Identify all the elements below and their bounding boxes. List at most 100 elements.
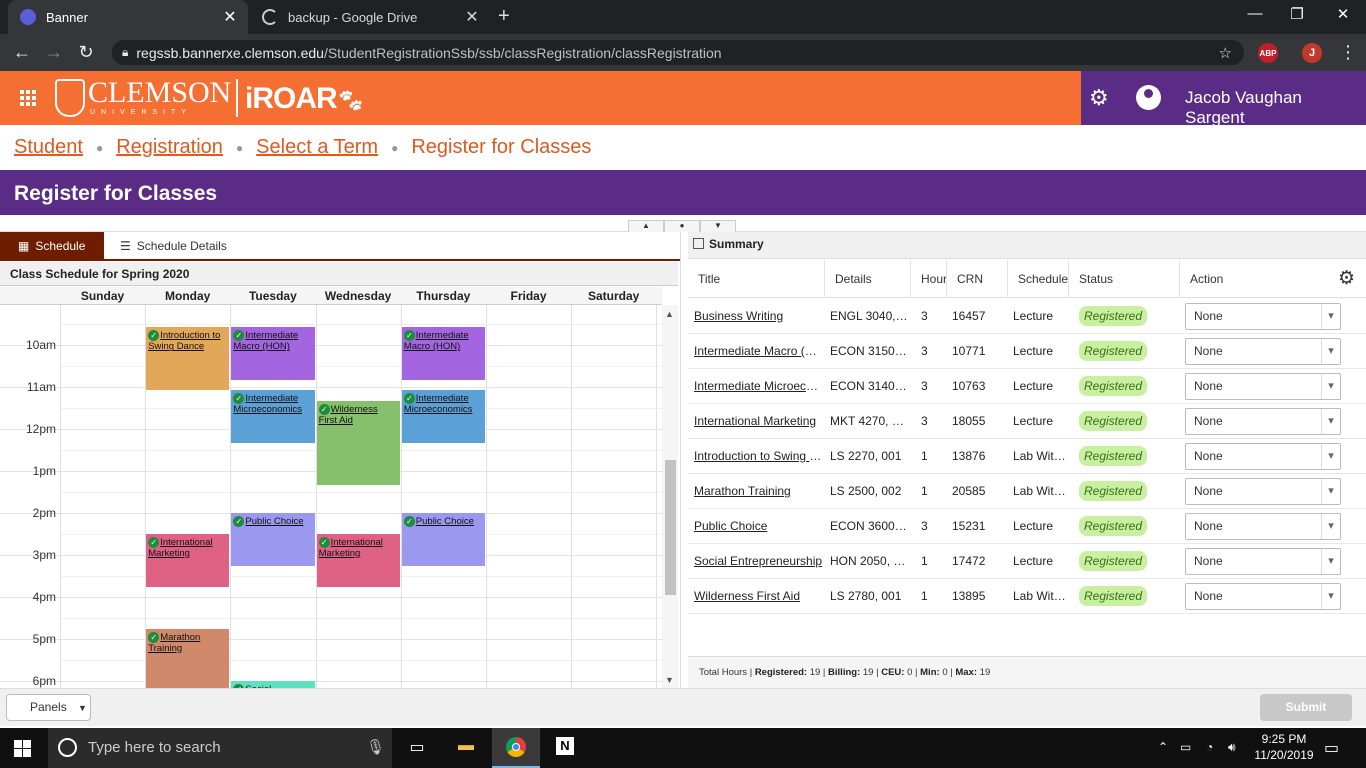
close-window-button[interactable]: ✕: [1320, 5, 1366, 23]
class-event[interactable]: ✓ Wilderness First Aid: [316, 400, 400, 485]
maximize-button[interactable]: ❐: [1274, 5, 1320, 23]
clemson-logo-subtext: UNIVERSITY: [90, 109, 193, 116]
cell-title: Public Choice: [688, 509, 824, 544]
user-name[interactable]: Jacob Vaughan Sargent: [1185, 88, 1366, 128]
course-title-link[interactable]: Marathon Training: [694, 484, 791, 498]
class-event[interactable]: ✓ Public Choice: [231, 513, 315, 566]
close-tab-icon[interactable]: ✕: [222, 7, 238, 27]
col-hours[interactable]: Hours: [911, 260, 947, 298]
class-event[interactable]: ✓Social Entrepreneurship: [231, 681, 315, 688]
notion-icon[interactable]: N: [553, 737, 577, 759]
url-field[interactable]: 🔒︎ regssb.bannerxe.clemson.edu /StudentR…: [112, 40, 1244, 65]
restore-panels-icon[interactable]: ●: [664, 220, 700, 232]
banner-favicon-icon: [20, 9, 36, 25]
course-title-link[interactable]: International Marketing: [694, 414, 816, 428]
chrome-icon[interactable]: [504, 737, 528, 759]
tab-schedule[interactable]: ▦ Schedule: [0, 232, 104, 260]
grid-line: [0, 513, 662, 514]
scrollbar-thumb[interactable]: [665, 460, 676, 595]
back-arrow-icon[interactable]: ←: [10, 42, 34, 63]
course-title-link[interactable]: Public Choice: [694, 519, 767, 533]
col-action[interactable]: Action: [1180, 260, 1330, 298]
class-event[interactable]: ✓ International Marketing: [316, 534, 400, 587]
user-avatar-icon[interactable]: [1136, 85, 1161, 110]
action-select[interactable]: None: [1185, 478, 1341, 505]
minimize-button[interactable]: —: [1232, 5, 1278, 22]
action-select[interactable]: None: [1185, 443, 1341, 470]
tray-chevron-icon[interactable]: ⌃: [1158, 740, 1168, 754]
registered-check-icon: ✓: [148, 330, 160, 342]
class-event[interactable]: ✓ International Marketing: [146, 534, 230, 587]
close-tab-icon[interactable]: ✕: [464, 7, 480, 27]
action-select[interactable]: None: [1185, 583, 1341, 610]
class-event[interactable]: ✓ Intermediate Microeconomics: [401, 390, 485, 443]
wifi-icon[interactable]: ◔: [1206, 740, 1213, 754]
collapse-up-icon[interactable]: ▲: [628, 220, 664, 232]
action-select[interactable]: None: [1185, 373, 1341, 400]
action-select[interactable]: None: [1185, 338, 1341, 365]
tab-schedule-details[interactable]: ☰ Schedule Details: [120, 232, 227, 260]
vertical-divider[interactable]: [680, 232, 688, 688]
billing-label: Billing:: [828, 667, 861, 678]
calendar-scrollbar[interactable]: ▲ ▼: [662, 305, 678, 688]
task-view-icon[interactable]: ▭: [405, 737, 429, 759]
class-event[interactable]: ✓ Public Choice: [401, 513, 485, 566]
panels-button[interactable]: Panels ▼: [6, 694, 91, 721]
cell-type-text: Lab With Lecture: [1013, 589, 1067, 603]
adblock-extension-icon[interactable]: ABP: [1258, 43, 1278, 63]
action-select[interactable]: None: [1185, 303, 1341, 330]
submit-button[interactable]: Submit: [1260, 694, 1352, 721]
course-title-link[interactable]: Social Entrepreneurship: [694, 554, 822, 568]
app-grid-icon[interactable]: [20, 90, 36, 106]
battery-icon[interactable]: ▭: [1180, 740, 1191, 754]
class-event-name[interactable]: Public Choice: [245, 516, 303, 527]
course-title-link[interactable]: Introduction to Swing Dance: [694, 449, 824, 463]
class-event[interactable]: ✓ Intermediate Macro (HON): [401, 327, 485, 380]
cell-type: Lecture: [1007, 334, 1067, 369]
profile-avatar[interactable]: J: [1302, 43, 1322, 63]
class-event[interactable]: ✓ Intermediate Microeconomics: [231, 390, 315, 443]
file-explorer-icon[interactable]: ▬: [454, 737, 478, 759]
column-settings-gear-icon[interactable]: ⚙: [1338, 260, 1355, 298]
scroll-up-icon[interactable]: ▲: [665, 309, 674, 319]
volume-icon[interactable]: 🔊︎: [1228, 740, 1236, 755]
col-crn[interactable]: CRN: [947, 260, 1008, 298]
col-title[interactable]: Title: [688, 260, 825, 298]
breadcrumb-select-term[interactable]: Select a Term: [256, 136, 378, 159]
new-tab-button[interactable]: +: [498, 5, 510, 28]
scroll-down-icon[interactable]: ▼: [665, 675, 674, 685]
course-title-link[interactable]: Intermediate Microeconomics: [694, 379, 824, 393]
bookmark-star-icon[interactable]: ☆: [1219, 44, 1232, 62]
cell-type: Lecture: [1007, 404, 1067, 439]
microphone-icon[interactable]: 🎙︎: [366, 738, 385, 756]
notifications-icon[interactable]: ▭: [1324, 738, 1339, 758]
course-title-link[interactable]: Wilderness First Aid: [694, 589, 800, 603]
col-details[interactable]: Details: [825, 260, 911, 298]
breadcrumb-registration[interactable]: Registration: [116, 136, 223, 159]
taskbar-search[interactable]: Type here to search 🎙︎: [48, 728, 392, 768]
action-select[interactable]: None: [1185, 548, 1341, 575]
collapse-down-icon[interactable]: ▼: [700, 220, 736, 232]
col-status[interactable]: Status: [1069, 260, 1180, 298]
cell-crn: 10771: [946, 334, 1006, 369]
cell-crn-text: 10771: [952, 344, 986, 358]
settings-gear-icon[interactable]: ⚙: [1089, 85, 1109, 111]
windows-start-icon[interactable]: [14, 740, 31, 757]
action-select[interactable]: None: [1185, 513, 1341, 540]
tab-banner[interactable]: Banner ✕: [8, 0, 248, 34]
class-event-name[interactable]: Introduction to Swing Dance: [148, 330, 220, 352]
class-event-name[interactable]: Public Choice: [416, 516, 474, 527]
class-event[interactable]: ✓ Marathon Training: [146, 628, 230, 688]
class-event[interactable]: ✓ Introduction to Swing Dance: [146, 327, 230, 391]
course-title-link[interactable]: Business Writing: [694, 309, 783, 323]
action-select[interactable]: None: [1185, 408, 1341, 435]
class-event[interactable]: ✓ Intermediate Macro (HON): [231, 327, 315, 380]
course-title-link[interactable]: Intermediate Macro (HON): [694, 344, 824, 358]
chrome-menu-icon[interactable]: ⋮: [1336, 42, 1360, 63]
reload-icon[interactable]: ↻: [74, 42, 98, 63]
col-schedule-type[interactable]: Schedule Type: [1008, 260, 1069, 298]
breadcrumb-student[interactable]: Student: [14, 136, 83, 159]
tab-google-drive[interactable]: backup - Google Drive ✕: [250, 0, 490, 34]
taskbar-clock[interactable]: 9:25 PM 11/20/2019: [1252, 731, 1316, 763]
forward-arrow-icon[interactable]: →: [42, 42, 66, 63]
